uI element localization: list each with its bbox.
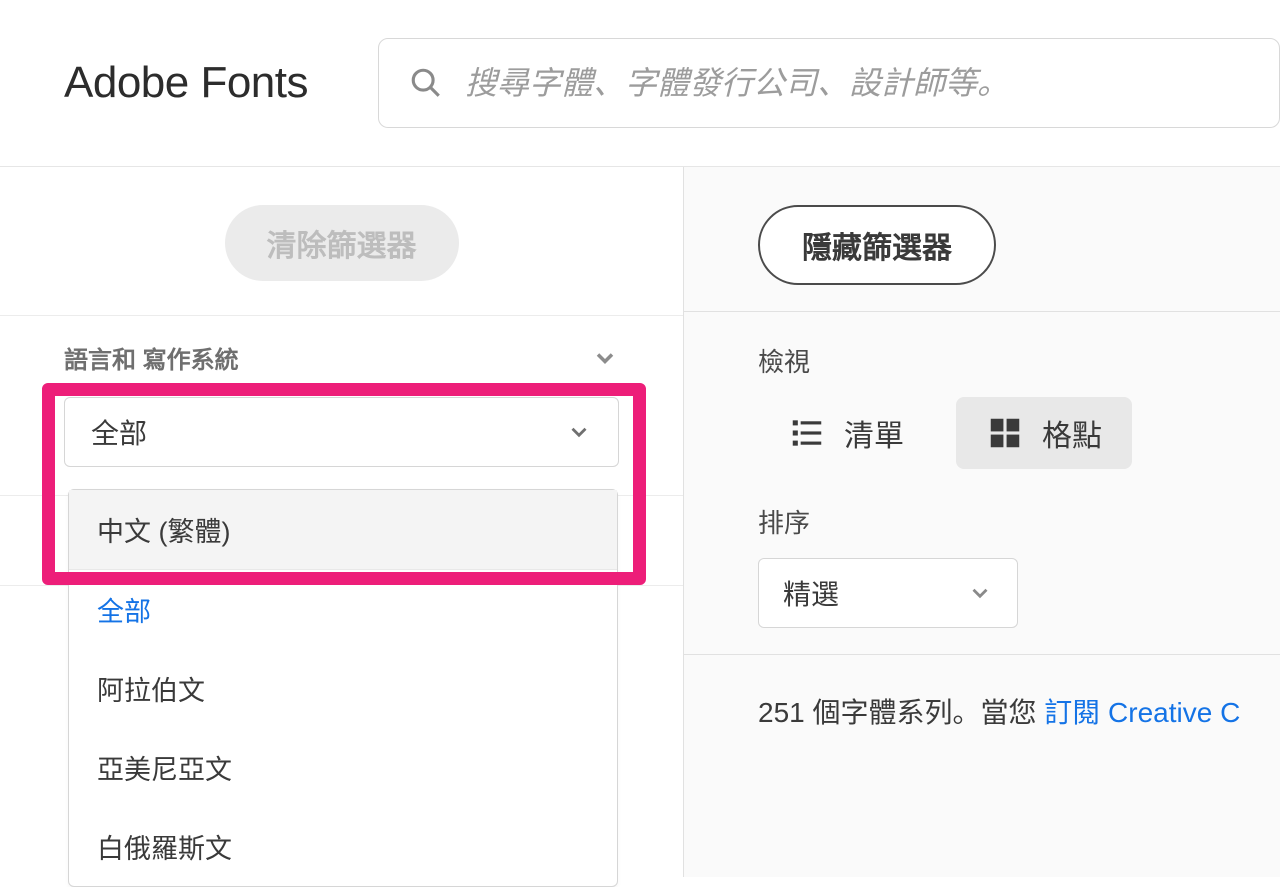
view-list-button[interactable]: 清單	[758, 397, 934, 469]
language-option[interactable]: 阿拉伯文	[69, 649, 617, 728]
subscribe-link[interactable]: 訂閱 Creative C	[1044, 697, 1240, 728]
main-content: 隱藏篩選器 檢視 清單	[684, 167, 1280, 877]
filter-sidebar: 清除篩選器 語言和 寫作系統 全部 中文 (繁體)全部阿拉伯文亞美尼亞文白俄羅斯…	[0, 167, 684, 877]
language-option[interactable]: 全部	[69, 570, 617, 649]
clear-filters-button: 清除篩選器	[225, 205, 459, 281]
search-icon	[409, 66, 443, 100]
sort-select[interactable]: 精選	[758, 558, 1018, 628]
filter-section-title: 語言和 寫作系統	[64, 340, 239, 375]
language-select[interactable]: 全部	[64, 397, 619, 467]
filter-section-language: 語言和 寫作系統 全部	[0, 316, 683, 496]
language-select-value: 全部	[91, 412, 147, 452]
chevron-down-icon	[566, 419, 592, 445]
header: Adobe Fonts	[0, 0, 1280, 167]
search-input[interactable]	[465, 65, 1249, 102]
language-dropdown: 中文 (繁體)全部阿拉伯文亞美尼亞文白俄羅斯文	[68, 489, 618, 887]
hide-filters-button[interactable]: 隱藏篩選器	[758, 205, 996, 285]
view-toggle: 清單 格點	[758, 397, 1280, 469]
results-text: 251 個字體系列。當您	[758, 697, 1044, 728]
filter-section-header[interactable]: 語言和 寫作系統	[64, 340, 619, 375]
sort-label: 排序	[758, 503, 1280, 540]
view-grid-button[interactable]: 格點	[956, 397, 1132, 469]
view-label: 檢視	[758, 342, 1280, 379]
results-summary: 251 個字體系列。當您 訂閱 Creative C	[758, 691, 1280, 731]
list-icon	[788, 414, 826, 452]
chevron-down-icon	[967, 580, 993, 606]
grid-icon	[986, 414, 1024, 452]
language-option[interactable]: 亞美尼亞文	[69, 728, 617, 807]
language-option[interactable]: 白俄羅斯文	[69, 807, 617, 886]
language-option[interactable]: 中文 (繁體)	[69, 490, 617, 570]
sort-select-value: 精選	[783, 573, 839, 613]
search-box[interactable]	[378, 38, 1280, 128]
chevron-down-icon	[591, 344, 619, 372]
logo[interactable]: Adobe Fonts	[64, 58, 308, 108]
view-grid-label: 格點	[1042, 411, 1102, 455]
view-list-label: 清單	[844, 411, 904, 455]
